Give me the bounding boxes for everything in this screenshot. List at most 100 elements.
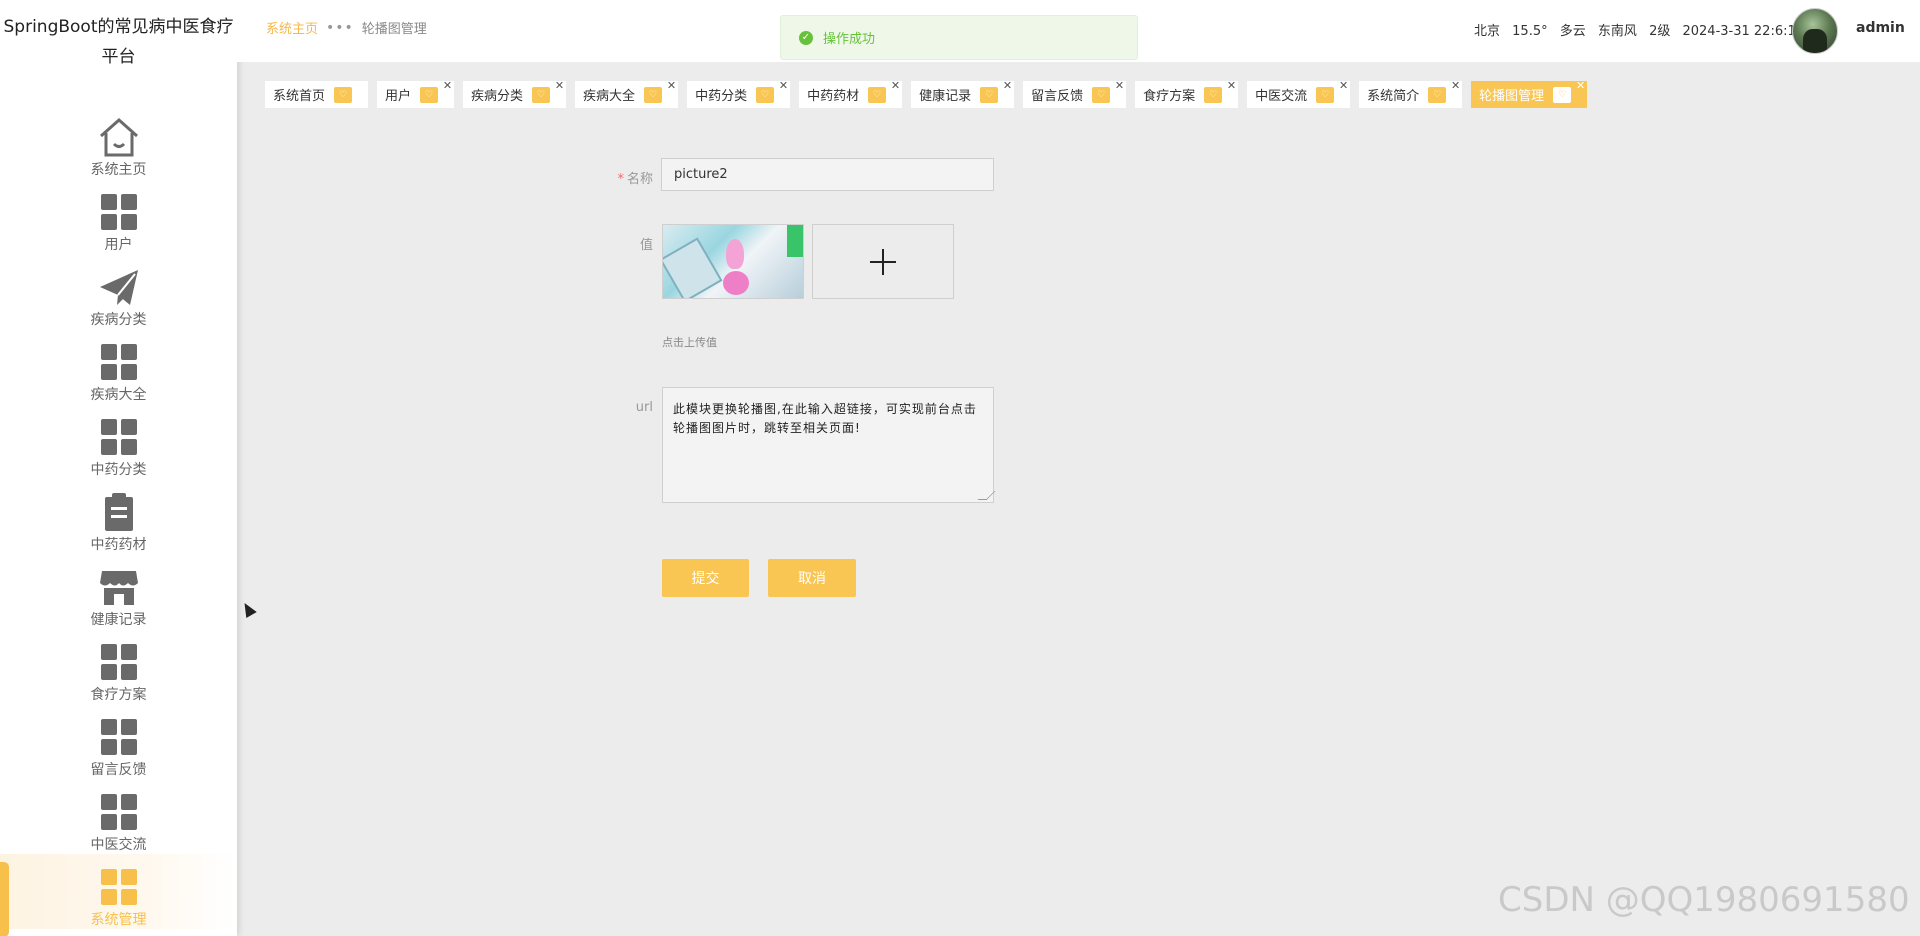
grid-icon [97, 415, 141, 459]
username[interactable]: admin [1856, 20, 1905, 36]
breadcrumb-home-link[interactable]: 系统主页 [266, 18, 318, 37]
breadcrumb: 系统主页 ••• 轮播图管理 [266, 18, 427, 38]
tab-badge-icon: ♡ [980, 86, 999, 103]
name-input[interactable]: picture2 [661, 158, 994, 191]
tab-users[interactable]: 用户 ♡ ✕ [377, 79, 455, 108]
tab-herbs[interactable]: 中药药材 ♡ ✕ [799, 79, 903, 108]
name-label-text: 名称 [626, 172, 653, 187]
tab-badge-icon: ♡ [1316, 86, 1335, 103]
sidebar-item-label: 健康记录 [90, 612, 147, 628]
sidebar-item-herb-category[interactable]: 中药分类 [0, 404, 237, 479]
tab-herb-category[interactable]: 中药分类 ♡ ✕ [687, 79, 791, 108]
sidebar-item-label: 系统管理 [90, 912, 147, 928]
sidebar-item-home[interactable]: 系统主页 [0, 104, 237, 179]
grid-icon [97, 340, 141, 384]
tab-label: 疾病分类 [471, 89, 524, 104]
app-title: SpringBoot的常见病中医食疗平台 [3, 17, 234, 67]
tab-tcm-forum[interactable]: 中医交流 ♡ ✕ [1247, 79, 1351, 108]
close-icon[interactable]: ✕ [1451, 79, 1460, 92]
sidebar-item-health-records[interactable]: 健康记录 [0, 554, 237, 629]
tab-system-home[interactable]: 系统首页 ♡ [265, 81, 369, 108]
close-icon[interactable]: ✕ [891, 79, 900, 92]
sidebar-item-disease-encyclopedia[interactable]: 疾病大全 [0, 329, 237, 404]
plus-icon [870, 248, 896, 275]
grid-icon [97, 715, 141, 759]
sidebar-item-label: 食疗方案 [90, 687, 147, 703]
tab-badge-icon: ♡ [334, 86, 353, 103]
value-label: 值 [639, 238, 653, 253]
sidebar-item-label: 中药药材 [90, 537, 147, 553]
mouse-cursor-icon [239, 599, 257, 619]
close-icon[interactable]: ✕ [1003, 79, 1012, 92]
current-datetime: 2024-3-31 22:6:17 [1682, 24, 1805, 39]
tab-diet-plans[interactable]: 食疗方案 ♡ ✕ [1135, 79, 1239, 108]
weather-temp: 15.5° [1512, 24, 1548, 39]
tab-label: 中药药材 [807, 89, 860, 104]
tab-label: 中药分类 [695, 89, 748, 104]
uploaded-image-thumbnail[interactable] [662, 224, 804, 299]
tab-label: 食疗方案 [1143, 89, 1196, 104]
tab-label: 系统简介 [1367, 89, 1420, 104]
close-icon[interactable]: ✕ [779, 79, 788, 92]
grid-icon [97, 640, 141, 684]
tab-feedback[interactable]: 留言反馈 ♡ ✕ [1023, 79, 1127, 108]
tab-health-records[interactable]: 健康记录 ♡ ✕ [911, 79, 1015, 108]
close-icon[interactable]: ✕ [667, 79, 676, 92]
grid-icon [97, 790, 141, 834]
sidebar-menu: 系统主页 用户 疾病分类 疾病大全 中药分类 中药药材 健康记录 食疗方案 留言… [0, 104, 237, 936]
sidebar-item-label: 中药分类 [90, 462, 147, 478]
sidebar-item-system-management[interactable]: 系统管理 [0, 854, 237, 936]
check-circle-icon: ✓ [799, 30, 813, 45]
sidebar-item-label: 系统主页 [90, 162, 147, 178]
sidebar-item-label: 中医交流 [90, 837, 147, 853]
sidebar-item-label: 留言反馈 [90, 762, 147, 778]
close-icon[interactable]: ✕ [443, 79, 452, 92]
resize-handle-icon[interactable] [977, 491, 996, 500]
avatar[interactable] [1792, 8, 1838, 54]
tab-disease-encyclopedia[interactable]: 疾病大全 ♡ ✕ [575, 79, 679, 108]
watermark: CSDN @QQ1980691580 [1498, 880, 1910, 920]
sidebar-item-tcm-forum[interactable]: 中医交流 [0, 779, 237, 854]
tab-system-intro[interactable]: 系统简介 ♡ ✕ [1359, 79, 1463, 108]
tab-label: 健康记录 [919, 89, 972, 104]
grid-icon [97, 190, 141, 234]
grid-icon [97, 865, 141, 909]
tab-badge-icon: ♡ [756, 86, 775, 103]
sidebar: SpringBoot的常见病中医食疗平台 系统主页 用户 疾病分类 疾病大全 中… [0, 0, 237, 936]
sidebar-item-herbs[interactable]: 中药药材 [0, 479, 237, 554]
tab-disease-category[interactable]: 疾病分类 ♡ ✕ [463, 79, 567, 108]
tab-badge-icon: ♡ [868, 86, 887, 103]
weather-wind: 东南风 [1597, 24, 1637, 39]
store-icon [97, 565, 141, 609]
close-icon[interactable]: ✕ [555, 79, 564, 92]
name-label: * 名称 [573, 168, 653, 187]
close-icon[interactable]: ✕ [1115, 79, 1124, 92]
image-upload-button[interactable] [812, 224, 954, 299]
sidebar-item-label: 疾病大全 [90, 387, 147, 403]
tab-badge-icon: ♡ [1092, 86, 1111, 103]
close-icon[interactable]: ✕ [1227, 79, 1236, 92]
tab-label: 用户 [385, 89, 412, 104]
weather-condition: 多云 [1559, 24, 1586, 39]
clipboard-icon [97, 490, 141, 534]
paper-plane-icon [97, 265, 141, 309]
tab-carousel-management[interactable]: 轮播图管理 ♡ ✕ [1471, 79, 1588, 108]
sidebar-item-diet-plans[interactable]: 食疗方案 [0, 629, 237, 704]
url-label: url [635, 400, 653, 415]
url-textarea[interactable]: 此模块更换轮播图,在此输入超链接，可实现前台点击轮播图图片时，跳转至相关页面! [662, 387, 996, 503]
submit-button[interactable]: 提交 [662, 559, 749, 597]
sidebar-item-feedback[interactable]: 留言反馈 [0, 704, 237, 779]
toast-message: 操作成功 [823, 32, 876, 47]
tab-label: 疾病大全 [583, 89, 636, 104]
weather-city: 北京 [1474, 24, 1501, 39]
close-icon[interactable]: ✕ [1339, 79, 1348, 92]
close-icon[interactable]: ✕ [1576, 79, 1585, 92]
sidebar-item-users[interactable]: 用户 [0, 179, 237, 254]
cancel-button[interactable]: 取消 [768, 559, 856, 597]
tab-badge-icon: ♡ [644, 86, 663, 103]
tab-badge-icon: ♡ [420, 86, 439, 103]
upload-tip: 点击上传值 [662, 336, 717, 349]
sidebar-item-label: 疾病分类 [90, 312, 147, 328]
tab-label: 中医交流 [1255, 89, 1308, 104]
sidebar-item-disease-category[interactable]: 疾病分类 [0, 254, 237, 329]
